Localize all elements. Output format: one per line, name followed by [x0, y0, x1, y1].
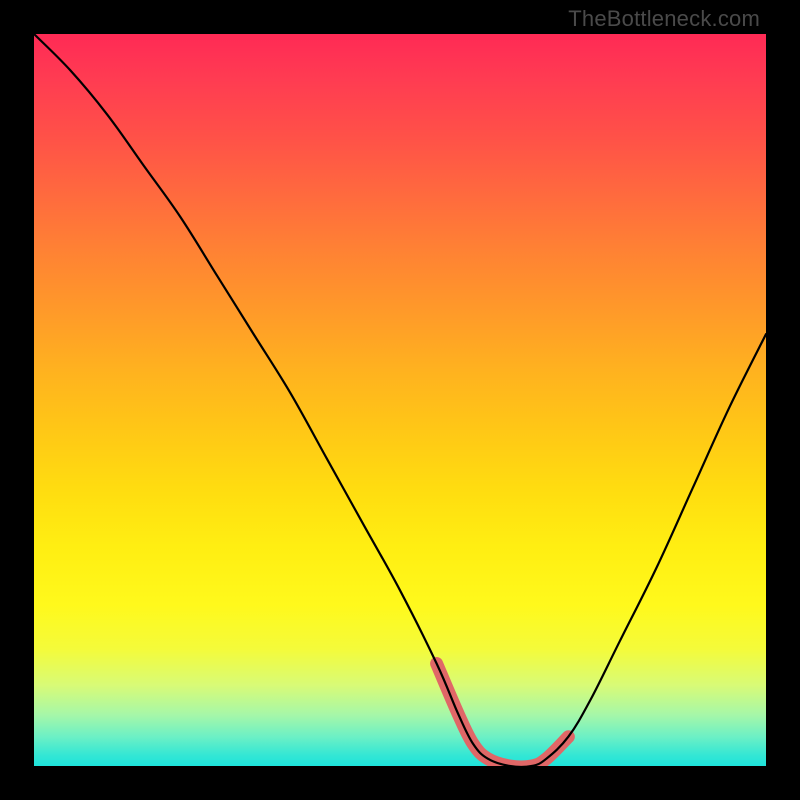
plot-area	[34, 34, 766, 766]
valley-highlight-stroke	[437, 664, 569, 766]
watermark-text: TheBottleneck.com	[568, 6, 760, 32]
bottleneck-chart	[34, 34, 766, 766]
chart-frame: TheBottleneck.com	[0, 0, 800, 800]
bottleneck-curve-line	[34, 34, 766, 766]
